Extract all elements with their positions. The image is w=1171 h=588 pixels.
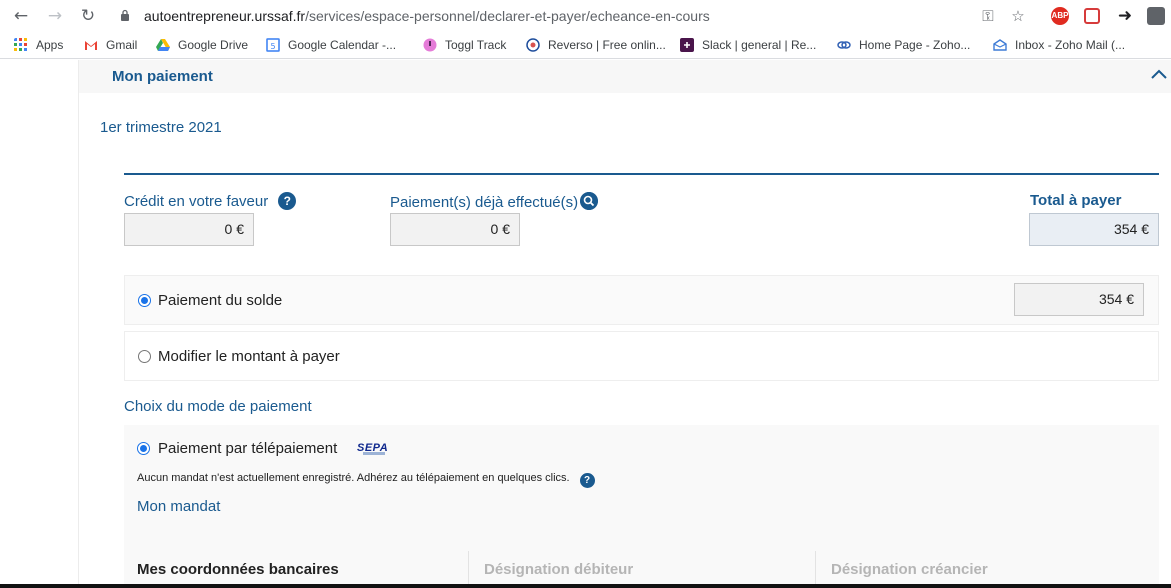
forward-arrow-icon[interactable]: → [45,6,65,26]
slack-icon [680,38,694,52]
bookmark-toggl[interactable]: Toggl Track [423,36,506,54]
back-arrow-icon[interactable]: ← [11,6,31,26]
column-divider [468,551,469,588]
magnifier-icon[interactable] [580,192,599,210]
adblock-plus-icon[interactable]: ABP [1051,7,1069,25]
payment-panel: Paiement par télépaiement SEPA Aucun man… [124,425,1159,588]
bookmark-apps[interactable]: Apps [14,36,63,54]
left-gutter [0,60,79,588]
telepayment-label: Paiement par télépaiement [158,440,338,457]
chevron-up-icon[interactable] [1151,68,1167,80]
bookmark-google-calendar[interactable]: 5 Google Calendar -... [266,36,396,54]
bookmark-gmail[interactable]: Gmail [84,36,137,54]
bookmark-label: Apps [36,38,64,52]
bookmark-label: Inbox - Zoho Mail (... [1015,38,1126,52]
credit-label-text: Crédit en votre faveur [124,193,269,210]
google-drive-icon [156,39,170,51]
bookmark-label: Gmail [106,38,138,52]
mandate-info-text: Aucun mandat n'est actuellement enregist… [137,472,570,484]
puzzle-extensions-icon[interactable] [1147,7,1165,25]
browser-toolbar: ← → ↻ autoentrepreneur.urssaf.fr/service… [0,0,1171,31]
radio-telepayment[interactable] [137,442,150,455]
taskbar-edge [0,584,1171,588]
zoho-mail-icon [993,39,1007,51]
bookmark-zoho-mail[interactable]: Inbox - Zoho Mail (... [993,36,1125,54]
column-header: Désignation créancier [831,561,988,578]
toggl-icon [423,38,437,52]
bookmark-label: Slack | general | Re... [702,38,817,52]
section-title: Mon paiement [112,68,213,85]
help-icon[interactable]: ? [579,473,595,488]
lock-icon [121,9,129,21]
credit-amount-field: 0 € [124,213,254,246]
key-icon[interactable]: ⚿ [979,7,997,25]
bookmark-label: Home Page - Zoho... [859,38,971,52]
paid-label-text: Paiement(s) déjà effectué(s) [390,194,579,211]
bookmark-zoho-home[interactable]: Home Page - Zoho... [837,36,970,54]
balance-amount-field: 354 € [1014,283,1144,316]
mandate-info: Aucun mandat n'est actuellement enregist… [137,472,595,488]
share-arrow-icon[interactable]: ➜ [1115,6,1135,26]
total-amount-field: 354 € [1029,213,1159,246]
star-icon[interactable]: ☆ [1009,7,1027,25]
mandate-link[interactable]: Mon mandat [137,498,220,515]
column-header: Mes coordonnées bancaires [137,561,339,578]
radio-modify[interactable] [138,350,151,363]
bank-table-header: Mes coordonnées bancaires Désignation dé… [124,551,1159,588]
option-balance-row[interactable]: Paiement du solde 354 € [124,275,1159,325]
paid-amount-field: 0 € [390,213,520,246]
page-content: Mon paiement 1er trimestre 2021 Crédit e… [0,60,1171,588]
option-modify-label: Modifier le montant à payer [158,348,340,365]
bookmark-label: Toggl Track [445,38,507,52]
paid-label: Paiement(s) déjà effectué(s) [390,192,599,211]
url-text[interactable]: autoentrepreneur.urssaf.fr/services/espa… [144,8,710,24]
reverso-icon [526,38,540,52]
sepa-logo: SEPA [357,438,391,458]
payment-mode-title: Choix du mode de paiement [124,398,312,415]
url-host: autoentrepreneur.urssaf.fr [144,8,306,24]
bookmark-label: Google Drive [178,38,249,52]
pocket-icon[interactable] [1084,8,1100,24]
radio-balance[interactable] [138,294,151,307]
option-modify-row[interactable]: Modifier le montant à payer [124,331,1159,381]
reload-icon[interactable]: ↻ [78,6,98,26]
period-label: 1er trimestre 2021 [100,119,222,136]
column-header: Désignation débiteur [484,561,634,578]
gmail-icon [85,41,97,50]
svg-text:5: 5 [270,42,275,51]
google-calendar-icon: 5 [266,38,280,52]
zoho-icon [837,41,851,49]
section-header[interactable]: Mon paiement [79,60,1171,93]
credit-label: Crédit en votre faveur? [124,192,297,210]
bookmark-label: Google Calendar -... [288,38,397,52]
sepa-underline [363,452,385,455]
bookmark-reverso[interactable]: Reverso | Free onlin... [526,36,666,54]
address-bar[interactable]: autoentrepreneur.urssaf.fr/services/espa… [112,3,1042,29]
bookmarks-bar: Apps Gmail Google Drive 5 Google Calenda… [0,31,1171,59]
help-icon[interactable]: ? [278,192,297,210]
apps-grid-icon [14,38,27,51]
divider [124,173,1159,175]
bookmark-slack[interactable]: Slack | general | Re... [680,36,816,54]
bookmark-label: Reverso | Free onlin... [548,38,666,52]
option-balance-label: Paiement du solde [158,292,283,309]
url-path: /services/espace-personnel/declarer-et-p… [305,8,710,24]
column-divider [815,551,816,588]
total-label: Total à payer [1030,192,1122,209]
bookmark-google-drive[interactable]: Google Drive [156,36,248,54]
